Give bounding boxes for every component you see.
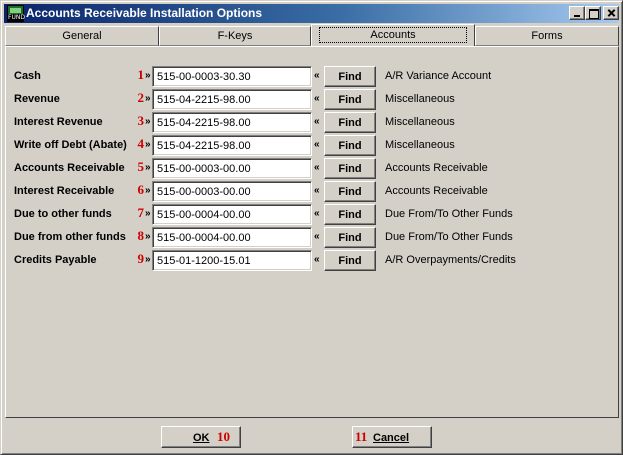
- row-label: Interest Revenue: [14, 116, 103, 128]
- ok-button[interactable]: OK 10: [161, 426, 241, 448]
- account-row-due-to-other-funds: Due to other funds 7 » « Find Due From/T…: [6, 204, 620, 226]
- step-number: 2: [137, 90, 145, 105]
- arrow-left-icon: «: [314, 231, 320, 242]
- arrow-left-icon: «: [314, 70, 320, 81]
- step-number: 8: [137, 228, 145, 243]
- dialog-window: FUND Accounts Receivable Installation Op…: [0, 0, 623, 455]
- find-button-due-from-other-funds[interactable]: Find: [324, 227, 376, 248]
- account-description: A/R Overpayments/Credits: [385, 254, 516, 266]
- arrow-left-icon: «: [314, 139, 320, 150]
- maximize-icon[interactable]: [585, 6, 601, 20]
- account-description: Due From/To Other Funds: [385, 231, 513, 243]
- find-button-accounts-receivable[interactable]: Find: [324, 158, 376, 179]
- tab-forms[interactable]: Forms: [475, 26, 619, 46]
- find-button-due-to-other-funds[interactable]: Find: [324, 204, 376, 225]
- account-row-interest-revenue: Interest Revenue 3 » « Find Miscellaneou…: [6, 112, 620, 134]
- row-label: Due to other funds: [14, 208, 112, 220]
- arrow-left-icon: «: [314, 116, 320, 127]
- close-icon[interactable]: [603, 6, 619, 20]
- account-input-revenue[interactable]: [152, 89, 312, 110]
- account-description: Miscellaneous: [385, 139, 455, 151]
- account-input-due-from-other-funds[interactable]: [152, 227, 312, 248]
- row-label: Interest Receivable: [14, 185, 115, 197]
- account-row-accounts-receivable: Accounts Receivable 5 » « Find Accounts …: [6, 158, 620, 180]
- arrow-right-icon: »: [145, 139, 151, 150]
- arrow-right-icon: »: [145, 70, 151, 81]
- account-description: Accounts Receivable: [385, 162, 488, 174]
- step-number: 5: [137, 159, 145, 174]
- cancel-button[interactable]: 11 Cancel: [352, 426, 432, 448]
- tab-bar: General F-Keys Accounts Forms: [5, 24, 619, 46]
- row-label: Write off Debt (Abate): [14, 139, 127, 151]
- step-number: 10: [217, 429, 230, 444]
- tab-accounts[interactable]: Accounts: [311, 24, 475, 46]
- account-input-credits-payable[interactable]: [152, 250, 312, 271]
- arrow-left-icon: «: [314, 93, 320, 104]
- arrow-right-icon: »: [145, 208, 151, 219]
- arrow-left-icon: «: [314, 208, 320, 219]
- account-input-interest-receivable[interactable]: [152, 181, 312, 202]
- arrow-left-icon: «: [314, 162, 320, 173]
- arrow-right-icon: »: [145, 231, 151, 242]
- account-row-revenue: Revenue 2 » « Find Miscellaneous: [6, 89, 620, 111]
- account-description: Miscellaneous: [385, 116, 455, 128]
- step-number: 11: [355, 429, 368, 444]
- account-input-cash[interactable]: [152, 66, 312, 87]
- account-input-interest-revenue[interactable]: [152, 112, 312, 133]
- account-description: Due From/To Other Funds: [385, 208, 513, 220]
- row-label: Accounts Receivable: [14, 162, 125, 174]
- tab-general[interactable]: General: [5, 26, 159, 46]
- account-row-cash: Cash 1 » « Find A/R Variance Account: [6, 66, 620, 88]
- step-number: 7: [137, 205, 145, 220]
- arrow-right-icon: »: [145, 162, 151, 173]
- row-label: Revenue: [14, 93, 60, 105]
- account-input-write-off-debt[interactable]: [152, 135, 312, 156]
- account-description: Accounts Receivable: [385, 185, 488, 197]
- account-row-credits-payable: Credits Payable 9 » « Find A/R Overpayme…: [6, 250, 620, 272]
- row-label: Credits Payable: [14, 254, 97, 266]
- ok-label: OK: [193, 432, 210, 444]
- account-row-due-from-other-funds: Due from other funds 8 » « Find Due From…: [6, 227, 620, 249]
- find-button-write-off-debt[interactable]: Find: [324, 135, 376, 156]
- account-description: A/R Variance Account: [385, 70, 492, 82]
- arrow-right-icon: »: [145, 116, 151, 127]
- account-row-write-off-debt: Write off Debt (Abate) 4 » « Find Miscel…: [6, 135, 620, 157]
- find-button-cash[interactable]: Find: [324, 66, 376, 87]
- find-button-interest-receivable[interactable]: Find: [324, 181, 376, 202]
- minimize-icon[interactable]: [569, 6, 585, 20]
- arrow-right-icon: »: [145, 93, 151, 104]
- account-description: Miscellaneous: [385, 93, 455, 105]
- row-label: Cash: [14, 70, 41, 82]
- cancel-label: Cancel: [373, 432, 410, 444]
- find-button-interest-revenue[interactable]: Find: [324, 112, 376, 133]
- arrow-right-icon: »: [145, 254, 151, 265]
- arrow-left-icon: «: [314, 254, 320, 265]
- row-label: Due from other funds: [14, 231, 126, 243]
- account-row-interest-receivable: Interest Receivable 6 » « Find Accounts …: [6, 181, 620, 203]
- step-number: 1: [137, 67, 145, 82]
- app-icon: FUND: [7, 5, 25, 22]
- step-number: 3: [137, 113, 145, 128]
- title-bar[interactable]: FUND Accounts Receivable Installation Op…: [4, 4, 619, 23]
- account-input-due-to-other-funds[interactable]: [152, 204, 312, 225]
- arrow-left-icon: «: [314, 185, 320, 196]
- find-button-credits-payable[interactable]: Find: [324, 250, 376, 271]
- step-number: 4: [137, 136, 145, 151]
- step-number: 9: [137, 251, 145, 266]
- find-button-revenue[interactable]: Find: [324, 89, 376, 110]
- account-input-accounts-receivable[interactable]: [152, 158, 312, 179]
- tab-f-keys[interactable]: F-Keys: [159, 26, 311, 46]
- arrow-right-icon: »: [145, 185, 151, 196]
- step-number: 6: [137, 182, 145, 197]
- accounts-panel: Cash 1 » « Find A/R Variance Account Rev…: [5, 46, 619, 418]
- window-title: Accounts Receivable Installation Options: [26, 6, 263, 20]
